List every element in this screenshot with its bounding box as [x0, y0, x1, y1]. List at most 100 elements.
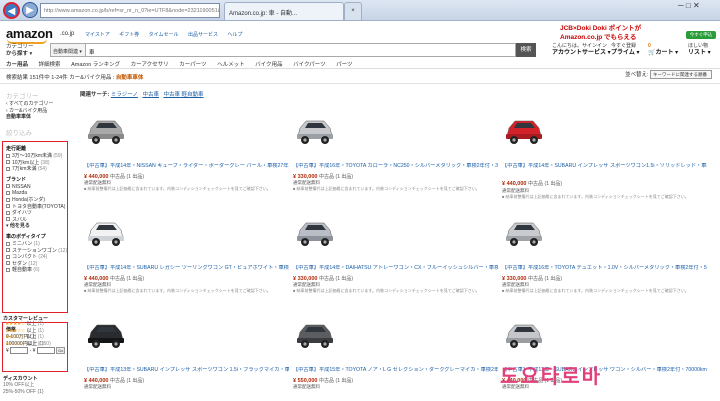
body-type-heading: 車のボディタイプ [6, 233, 46, 240]
checkbox-icon [6, 197, 10, 202]
sort-dropdown[interactable]: キーワードに関連する順番 [650, 70, 712, 80]
car-thumbnail-icon[interactable] [86, 310, 126, 360]
product-title-link[interactable]: 【中古車】平成15年・TOYOTA ノア・L G セレクション・ダークグレーマイ… [293, 367, 498, 374]
body-type-option[interactable]: ミニバン (1) [6, 241, 67, 248]
window-controls[interactable]: ─ □ ✕ [678, 1, 700, 10]
search-input[interactable]: 車 [86, 43, 516, 57]
wishlist-menu[interactable]: ほしい物 リスト ▾ [688, 43, 711, 56]
account-menu[interactable]: こんにちは。サインイン アカウントサービス ▾ [552, 43, 611, 56]
search-button[interactable]: 検索 [516, 43, 536, 57]
brand-option[interactable]: Honda(ホンダ) [6, 197, 67, 204]
subnav-item[interactable]: ヘルメット [217, 62, 245, 68]
category-heading: カテゴリー [6, 93, 39, 100]
forward-button[interactable]: ▶ [22, 2, 38, 18]
promo-apply-button[interactable]: 今すぐ申込 [686, 31, 716, 39]
back-button[interactable]: ◀ [3, 2, 20, 19]
product-title-link[interactable]: 【中古車】平成14年・NISSAN キューブ・ライダー・ボーダーグレー パール・… [84, 163, 289, 170]
product-card[interactable]: 【中古車】平成14年・SUBARU レガシー ツーリングワゴン GT・ピュアホワ… [80, 204, 289, 299]
search-category-dropdown[interactable]: 自動車関連 ▾ [50, 43, 86, 57]
product-title-link[interactable]: 【中古車】平成14年・SUBARU インプレッサ スポーツワゴン1.5i・ソリッ… [502, 163, 707, 170]
cart-button[interactable]: 0 🛒カート ▾ [648, 43, 678, 56]
top-link[interactable]: 出品サービス [188, 32, 218, 38]
car-thumbnail-icon[interactable] [504, 106, 544, 156]
related-searches: 関連サーチ: ミラジーノ 中古車 中古車 軽自動車 [80, 92, 204, 98]
checkbox-icon [6, 160, 10, 165]
subnav-item[interactable]: バイクパーツ [293, 62, 326, 68]
car-thumbnail-icon[interactable] [295, 106, 335, 156]
product-card[interactable]: 【中古車】平成16年・TOYOTA カローラ・NC250・シルバーメタリック・車… [289, 102, 498, 197]
product-title-link[interactable]: 【中古車】平成13年・SUBARU インプレッサ スポーツワゴン 1.5i・ブラ… [84, 367, 289, 374]
subnav-item[interactable]: カー用品 [6, 62, 28, 68]
car-thumbnail-icon[interactable] [86, 106, 126, 156]
product-card[interactable]: 【中古車】平成14年・NISSAN キューブ・ライダー・ボーダーグレー パール・… [80, 102, 289, 197]
checkbox-icon [6, 184, 10, 189]
review-option[interactable]: ★★★★☆ 以上 (1) [5, 321, 71, 328]
product-title-link[interactable]: 【中古車】平成16年・TOYOTA カローラ・NC250・シルバーメタリック・車… [293, 163, 498, 170]
new-tab-button[interactable]: × [344, 2, 362, 20]
top-link[interactable]: マイストア [85, 32, 110, 38]
product-card[interactable]: 【中古車】平成14年・SUBARU インプレッサ スポーツワゴン1.5i・ソリッ… [498, 102, 707, 199]
related-search-link[interactable]: ミラジーノ [111, 92, 138, 98]
product-card[interactable]: 【中古車】平成15年・TOYOTA ノア・L G セレクション・ダークグレーマイ… [289, 306, 498, 401]
price-min-input[interactable] [10, 347, 29, 355]
mileage-heading: 走行距離 [6, 146, 27, 152]
checkbox-icon [6, 153, 10, 158]
body-type-option[interactable]: ステーションワゴン (12) [6, 248, 67, 255]
result-summary: 検索結果 151件中 1-24件 カー&バイク用品 : 自動車車体 [0, 69, 720, 84]
highlighted-filter-group: 走行距離 3万〜10万km未満 (59) 10万km以上 (38) 7万km未満… [2, 141, 68, 313]
price-range: ¥ - ¥ Go [6, 347, 66, 355]
subnav-item[interactable]: パーツ [336, 62, 352, 68]
car-thumbnail-icon[interactable] [504, 310, 544, 360]
mileage-option[interactable]: 7万km未満 (54) [6, 166, 67, 173]
product-title-link[interactable]: 【中古車】平成14年・SUBARU レガシー ツーリングワゴン GT・ピュアホワ… [84, 265, 289, 272]
subnav-item[interactable]: カーパーツ [179, 62, 206, 68]
subnav-item[interactable]: バイク用品 [255, 62, 282, 68]
product-title-link[interactable]: 【中古車】平成14年・DAIHATSU アトレーワゴン・CX・ブルーイッシュシル… [293, 265, 498, 272]
car-thumbnail-icon[interactable] [295, 310, 335, 360]
product-note: ■ 納車前整備代は上記価格に含まれています。内装コンディションチェックシートを見… [84, 186, 271, 191]
review-option[interactable]: ★☆☆☆☆ 以上 (1) [5, 341, 71, 348]
product-card[interactable]: 【中古車】平成13年・SUBARU インプレッサ スポーツワゴン 1.5i・ブラ… [80, 306, 289, 401]
price-max-input[interactable] [36, 347, 55, 355]
brand-option[interactable]: ダイハツ [6, 210, 67, 217]
mileage-option[interactable]: 3万〜10万km未満 (59) [6, 153, 67, 160]
product-title-link[interactable]: 【中古車】平成16年・TOYOTA デュエット・1.0V・シルバーメタリック・車… [502, 265, 707, 272]
product-card[interactable]: 【中古車】平成16年・TOYOTA デュエット・1.0V・シルバーメタリック・車… [498, 204, 707, 299]
category-current: 自動車車体 [6, 114, 32, 120]
prime-menu[interactable]: 今すぐ登録 プライム ▾ [611, 43, 640, 56]
address-bar[interactable]: http://www.amazon.co.jp/b/ref=sr_nr_n_0?… [40, 3, 220, 18]
tab-amazon[interactable]: Amazon.co.jp: 車 - 自動... [224, 2, 344, 20]
category-menu[interactable]: カテゴリー から探す ▾ [6, 44, 34, 58]
brand-more-link[interactable]: ▾ 他を見る [6, 223, 67, 230]
overlay-text: 도요타로바 [500, 364, 602, 388]
checkbox-icon [6, 210, 10, 215]
brand-option[interactable]: Mazda [6, 190, 67, 197]
top-link[interactable]: タイムセール [149, 32, 179, 38]
checkbox-icon [6, 217, 10, 222]
checkbox-icon [6, 261, 10, 266]
top-link[interactable]: ギフト券 [119, 32, 139, 38]
related-search-link[interactable]: 中古車 軽自動車 [164, 92, 204, 98]
subnav-item[interactable]: カーアクセサリ [131, 62, 169, 68]
subnav-item[interactable]: 詳細検索 [39, 62, 61, 68]
car-thumbnail-icon[interactable] [86, 208, 126, 258]
car-thumbnail-icon[interactable] [504, 208, 544, 258]
discount-option[interactable]: 10% OFF以上 [3, 382, 73, 389]
checkbox-icon [6, 248, 10, 253]
product-note: ■ 納車前整備代は上記価格に含まれています。内装コンディションチェックシートを見… [293, 186, 480, 191]
promo-banner[interactable]: JCB×Doki Doki ポイントが Amazon.co.jp でもらえる [560, 24, 641, 42]
price-go-button[interactable]: Go [56, 347, 66, 355]
product-card[interactable]: 【中古車】平成14年・DAIHATSU アトレーワゴン・CX・ブルーイッシュシル… [289, 204, 498, 299]
review-option[interactable]: ★★☆☆☆ 以上 (1) [5, 334, 71, 341]
browser-toolbar: ◀ ▶ http://www.amazon.co.jp/b/ref=sr_nr_… [0, 0, 720, 21]
subnav-item[interactable]: Amazon ランキング [71, 62, 120, 68]
body-type-option[interactable]: コンパクト (24) [6, 254, 67, 261]
related-search-link[interactable]: 中古車 [142, 92, 159, 98]
refine-heading: 絞り込み [6, 129, 32, 137]
body-type-option[interactable]: 軽自動車 (6) [6, 267, 67, 274]
brand-option[interactable]: NISSAN [6, 184, 67, 191]
product-price: ¥ 440,000 中古品 (1 出品) [84, 378, 145, 384]
top-links: マイストア ギフト券 タイムセール 出品サービス ヘルプ [85, 31, 250, 38]
top-link[interactable]: ヘルプ [227, 32, 242, 38]
car-thumbnail-icon[interactable] [295, 208, 335, 258]
